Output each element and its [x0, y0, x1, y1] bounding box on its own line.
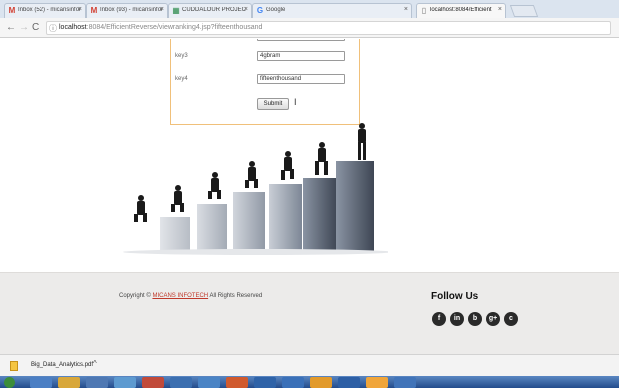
copyright: Copyright © MICANS INFOTECH All Rights R…	[119, 293, 262, 299]
page-icon: ▯	[421, 6, 427, 15]
app-icon: ▦	[172, 6, 180, 15]
footer: Copyright © MICANS INFOTECH All Rights R…	[0, 272, 619, 354]
text-cursor-icon: I	[294, 97, 297, 107]
address-host: localhost	[59, 24, 87, 31]
tab-google[interactable]: G Google ×	[252, 3, 412, 18]
taskbar-app-icon[interactable]	[114, 377, 136, 388]
taskbar-app-icon[interactable]	[310, 377, 332, 388]
tab-inbox-52[interactable]: M Inbox (52) - micansinfor ×	[4, 3, 86, 18]
address-path: :8084/EfficientReverse/viewranking4.jsp?…	[86, 24, 263, 31]
taskbar-app-icon[interactable]	[254, 377, 276, 388]
taskbar-app-icon[interactable]	[282, 377, 304, 388]
close-tab-icon[interactable]: ×	[404, 6, 408, 13]
blogger-icon[interactable]: b	[468, 312, 482, 326]
close-tab-icon[interactable]: ×	[244, 6, 248, 13]
new-tab-button[interactable]	[509, 5, 539, 17]
linkedin-icon[interactable]: in	[450, 312, 464, 326]
tab-inbox-93[interactable]: M Inbox (93) - micansinfor ×	[86, 3, 168, 18]
taskbar-app-icon[interactable]	[198, 377, 220, 388]
facebook-icon[interactable]: f	[432, 312, 446, 326]
reload-icon[interactable]: C	[32, 22, 39, 34]
start-button[interactable]	[4, 377, 15, 388]
company-link[interactable]: MICANS INFOTECH	[152, 293, 208, 299]
submit-button[interactable]: Submit	[257, 98, 289, 110]
search-form: key3 4gbram key4 fifteenthousand Submit …	[170, 39, 360, 125]
tab-title: Inbox (52) - micansinfor	[18, 7, 81, 13]
copyright-prefix: Copyright ©	[119, 293, 151, 299]
chevron-up-icon[interactable]: ^	[93, 359, 97, 368]
taskbar-app-icon[interactable]	[226, 377, 248, 388]
taskbar-app-icon[interactable]	[86, 377, 108, 388]
tab-title: Inbox (93) - micansinfor	[100, 7, 163, 13]
tab-strip: M Inbox (52) - micansinfor × M Inbox (93…	[0, 0, 619, 18]
screen: M Inbox (52) - micansinfor × M Inbox (93…	[0, 0, 619, 388]
gmail-icon: M	[90, 6, 98, 15]
taskbar-app-icon[interactable]	[338, 377, 360, 388]
taskbar-app-icon[interactable]	[58, 377, 80, 388]
taskbar-app-icon[interactable]	[394, 377, 416, 388]
key3-input[interactable]: 4gbram	[257, 51, 345, 61]
key3-label: key3	[175, 53, 188, 59]
success-stairs-illustration	[123, 123, 388, 255]
tab-title: Google	[266, 7, 286, 13]
google-icon: G	[256, 6, 264, 15]
os-taskbar	[0, 376, 619, 388]
taskbar-app-icon[interactable]	[366, 377, 388, 388]
back-icon[interactable]: ←	[6, 22, 16, 34]
copyright-suffix: All Rights Reserved	[209, 293, 263, 299]
key2-input[interactable]	[257, 39, 345, 41]
forward-icon[interactable]: →	[19, 22, 29, 34]
download-filename[interactable]: Big_Data_Analytics.pdf	[31, 362, 93, 368]
taskbar-app-icon[interactable]	[170, 377, 192, 388]
gmail-icon: M	[8, 6, 16, 15]
key4-label: key4	[175, 76, 188, 82]
follow-us-heading: Follow Us	[431, 291, 479, 302]
tab-cuddalour-project[interactable]: ▦ CUDDALOUR PROJECT / ×	[168, 3, 252, 18]
tab-title: CUDDALOUR PROJECT /	[182, 7, 247, 13]
taskbar-app-icon[interactable]	[142, 377, 164, 388]
tab-localhost[interactable]: ▯ localhost:8084/Efficient ×	[416, 3, 506, 18]
download-shelf: Big_Data_Analytics.pdf ^	[0, 354, 619, 376]
taskbar-app-icon[interactable]	[30, 377, 52, 388]
tab-title: localhost:8084/Efficient	[430, 7, 492, 13]
key4-input[interactable]: fifteenthousand	[257, 74, 345, 84]
crescent-icon[interactable]: c	[504, 312, 518, 326]
browser-toolbar: ← → C ⓘ localhost:8084/EfficientReverse/…	[0, 18, 619, 38]
google-plus-icon[interactable]: g+	[486, 312, 500, 326]
close-tab-icon[interactable]: ×	[78, 6, 82, 13]
pdf-file-icon	[10, 361, 18, 371]
address-bar[interactable]: ⓘ localhost:8084/EfficientReverse/viewra…	[46, 21, 611, 35]
page-content: key3 4gbram key4 fifteenthousand Submit …	[0, 39, 619, 354]
info-icon[interactable]: ⓘ	[49, 23, 57, 35]
close-tab-icon[interactable]: ×	[160, 6, 164, 13]
close-tab-icon[interactable]: ×	[498, 6, 502, 13]
